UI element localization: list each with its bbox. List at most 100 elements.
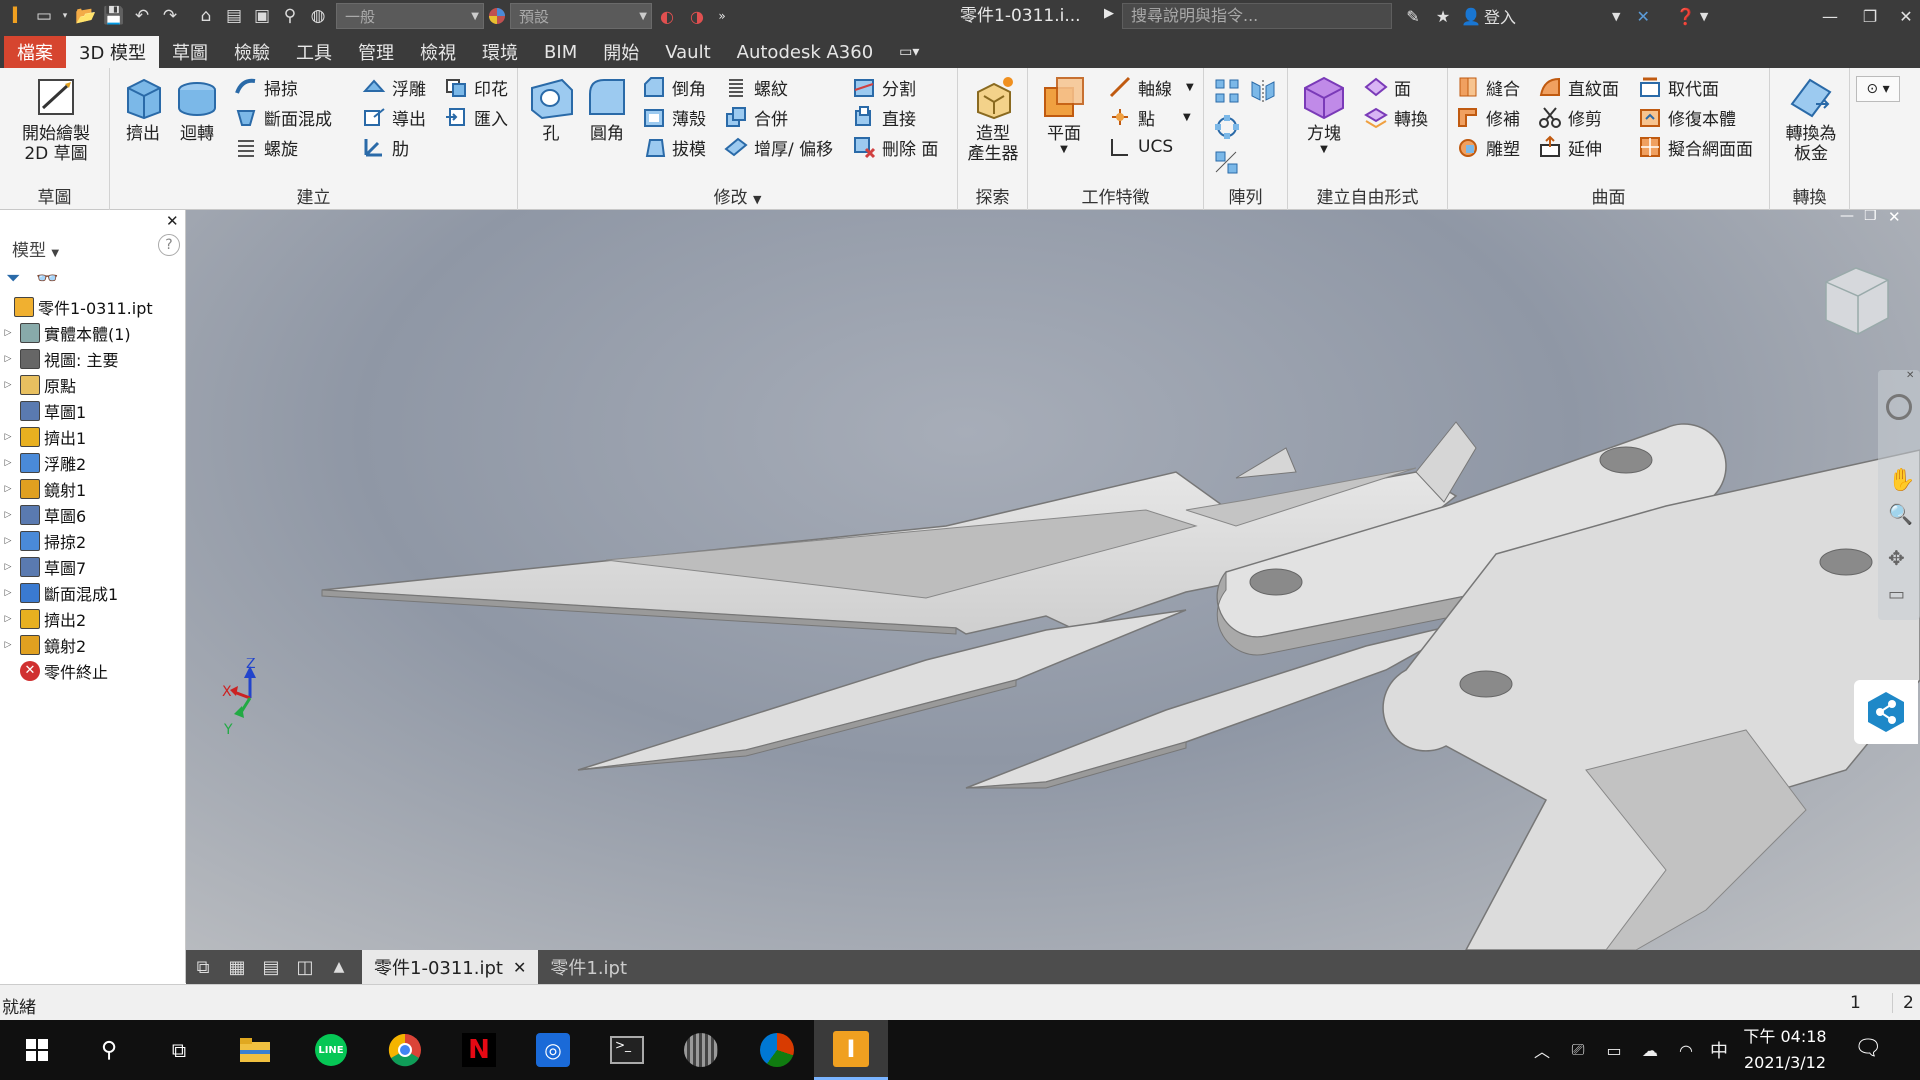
expand-arrow-icon[interactable]: ▷	[0, 536, 16, 546]
netflix-button[interactable]: N	[442, 1020, 516, 1080]
inventor-logo-icon[interactable]: I	[0, 0, 30, 32]
inventor-taskbar-button[interactable]: I	[814, 1020, 888, 1080]
expand-arrow-icon[interactable]: ▷	[0, 640, 16, 650]
navbar-close-icon[interactable]: ✕	[1906, 370, 1914, 381]
doc-tab-part1-0311[interactable]: 零件1-0311.ipt ✕	[362, 950, 539, 984]
chevron-down-icon[interactable]: ▼	[1612, 10, 1620, 23]
edge-button[interactable]	[740, 1020, 814, 1080]
action-center-icon[interactable]: 🗨	[1854, 1036, 1882, 1061]
doc-tab-part1[interactable]: 零件1.ipt	[538, 950, 639, 984]
exchange-icon[interactable]: ✕	[1636, 7, 1649, 26]
browser-node[interactable]: ▷ 斷面混成1	[0, 580, 118, 606]
tab-autodesk-a360[interactable]: Autodesk A360	[724, 36, 887, 68]
revolve-button[interactable]: 迴轉	[172, 74, 222, 144]
import-button[interactable]: 匯入	[444, 102, 508, 132]
decal-button[interactable]: 印花	[444, 72, 508, 102]
expand-arrow-icon[interactable]: ▷	[0, 380, 16, 390]
repair-bodies-button[interactable]: 修復本體	[1638, 102, 1736, 132]
tile-vertical-icon[interactable]: ◫	[288, 957, 322, 978]
browser-close-icon[interactable]: ✕	[166, 212, 179, 230]
browser-node[interactable]: 零件1-0311.ipt	[0, 294, 153, 320]
circular-pattern-icon[interactable]	[1214, 114, 1240, 140]
select-icon[interactable]: ▣	[248, 0, 276, 32]
start-button[interactable]	[0, 1020, 74, 1080]
shape-generator-button[interactable]: 造型 產生器	[964, 74, 1022, 164]
emboss-button[interactable]: 浮雕	[362, 72, 426, 102]
browser-title-dropdown[interactable]: 模型 ▼	[12, 236, 59, 261]
clock[interactable]: 下午 04:18 2021/3/12	[1742, 1024, 1828, 1076]
split-button[interactable]: 分割	[852, 72, 916, 102]
draft-button[interactable]: 拔模	[642, 132, 706, 162]
expand-arrow-icon[interactable]: ▷	[0, 510, 16, 520]
tab-vault[interactable]: Vault	[652, 36, 723, 68]
expand-arrow-icon[interactable]: ▷	[0, 354, 16, 364]
find-binoculars-icon[interactable]: 👓	[36, 268, 58, 289]
browser-node[interactable]: ▷ 擠出1	[0, 424, 86, 450]
tile-horizontal-icon[interactable]: ▤	[254, 957, 288, 978]
camera-app-button[interactable]: ◎	[516, 1020, 590, 1080]
open-file-icon[interactable]: 📂	[72, 0, 100, 32]
coil-button[interactable]: 螺旋	[234, 132, 298, 162]
restore-icon[interactable]: ❐	[1850, 0, 1890, 32]
freeform-convert-button[interactable]: 轉換	[1364, 102, 1428, 132]
hole-button[interactable]: 孔	[526, 74, 576, 144]
zoom-icon[interactable]: 🔍	[1888, 502, 1913, 526]
cascade-windows-icon[interactable]: ⧉	[186, 957, 220, 978]
viewport-restore-icon[interactable]: ❐	[1864, 210, 1877, 224]
browser-node[interactable]: ▷ 鏡射2	[0, 632, 86, 658]
minimize-icon[interactable]: —	[1810, 0, 1850, 32]
tab-list-icon[interactable]: ▲	[322, 959, 356, 975]
expand-arrow-icon[interactable]: ▷	[0, 588, 16, 598]
help-icon[interactable]: ❓	[1676, 7, 1696, 26]
measure-icon[interactable]: ⚲	[276, 0, 304, 32]
steering-wheel-icon[interactable]	[1886, 394, 1912, 420]
patch-button[interactable]: 修補	[1456, 102, 1520, 132]
terminal-button[interactable]: >_	[590, 1020, 664, 1080]
ribbon-display-toggle-icon[interactable]: ▭▾	[886, 36, 932, 68]
wifi-icon[interactable]: ◠	[1668, 1041, 1704, 1060]
extrude-button[interactable]: 擠出	[118, 74, 168, 144]
search-taskbar-button[interactable]: ⚲	[72, 1020, 146, 1080]
sign-in-link[interactable]: 登入	[1484, 4, 1516, 28]
delete-face-button[interactable]: 刪除 面	[852, 132, 938, 162]
material-globe-icon[interactable]: ◍	[304, 0, 332, 32]
tile-windows-icon[interactable]: ▦	[220, 957, 254, 978]
save-icon[interactable]: 💾	[100, 0, 128, 32]
redo-icon[interactable]: ↷	[156, 0, 184, 32]
shell-button[interactable]: 薄殼	[642, 102, 706, 132]
freeform-face-button[interactable]: 面	[1364, 72, 1411, 102]
line-app-button[interactable]: LINE	[294, 1020, 368, 1080]
browser-node[interactable]: ▷ 草圖7	[0, 554, 86, 580]
mirror-icon[interactable]	[1250, 78, 1276, 104]
convert-to-sheet-metal-button[interactable]: 轉換為 板金	[1776, 74, 1846, 164]
replace-face-button[interactable]: 取代面	[1638, 72, 1719, 102]
user-icon[interactable]: 👤	[1458, 7, 1484, 26]
battery-icon[interactable]: ▭	[1596, 1041, 1632, 1060]
onedrive-error-icon[interactable]: ☁	[1632, 1041, 1668, 1060]
trim-button[interactable]: 修剪	[1538, 102, 1602, 132]
panel-title-modify[interactable]: 修改 ▼	[518, 183, 957, 208]
tab-get-started[interactable]: 開始	[590, 36, 652, 68]
ruled-surface-button[interactable]: 直紋面	[1538, 72, 1619, 102]
tab-bim[interactable]: BIM	[531, 36, 590, 68]
browser-node[interactable]: ▷ 視圖: 主要	[0, 346, 118, 372]
adjust-appearance-icon[interactable]: ◐	[652, 7, 682, 26]
clear-appearance-icon[interactable]: ◑	[682, 7, 712, 26]
close-icon[interactable]: ✕	[1886, 0, 1920, 32]
viewport-minimize-icon[interactable]: —	[1840, 210, 1854, 224]
derive-button[interactable]: 導出	[362, 102, 426, 132]
browser-node[interactable]: ▷ 實體本體(1)	[0, 320, 131, 346]
file-explorer-button[interactable]	[218, 1020, 292, 1080]
tab-sketch[interactable]: 草圖	[159, 36, 221, 68]
browser-help-icon[interactable]: ?	[158, 234, 180, 256]
chamfer-button[interactable]: 倒角	[642, 72, 706, 102]
thread-button[interactable]: 螺紋	[724, 72, 788, 102]
axis-button[interactable]: 軸線 ▼	[1108, 72, 1194, 102]
expand-arrow-icon[interactable]: ▷	[0, 458, 16, 468]
point-button[interactable]: 點 ▼	[1108, 102, 1191, 132]
tab-3d-model[interactable]: 3D 模型	[66, 36, 160, 68]
stitch-button[interactable]: 縫合	[1456, 72, 1520, 102]
tab-manage[interactable]: 管理	[345, 36, 407, 68]
browser-node[interactable]: ▷ 鏡射1	[0, 476, 86, 502]
sweep-button[interactable]: 掃掠	[234, 72, 298, 102]
